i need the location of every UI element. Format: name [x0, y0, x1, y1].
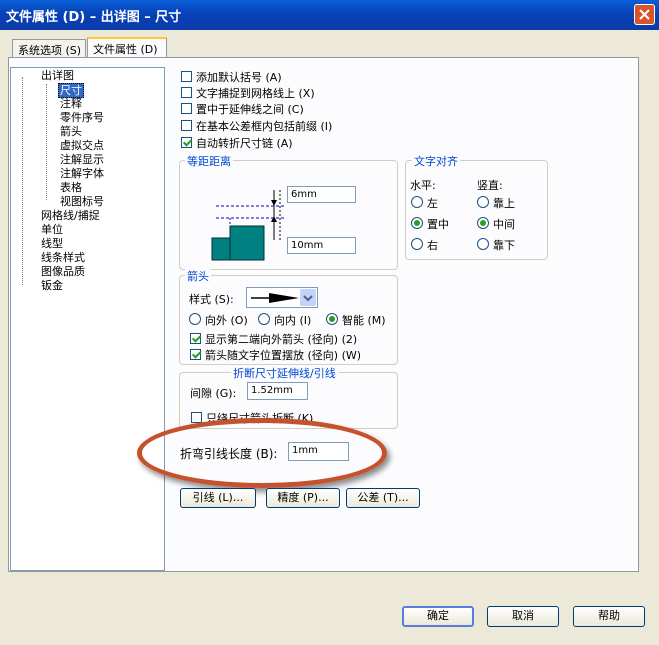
align-right-label: 右: [427, 239, 438, 252]
arrow-inside-radio[interactable]: [258, 313, 270, 325]
show-second-arrow-label: 显示第二端向外箭头 (径向) (2): [205, 333, 358, 346]
align-top-label: 靠上: [493, 197, 515, 210]
offset-diagram-icon: [211, 190, 286, 261]
tree-item-arrows[interactable]: 箭头: [60, 125, 82, 138]
align-center-radio[interactable]: [411, 217, 423, 229]
window-title: 文件属性 (D) – 出详图 – 尺寸: [6, 10, 182, 25]
dropdown-button[interactable]: [300, 289, 316, 306]
align-middle-radio[interactable]: [477, 217, 489, 229]
tab-system-options[interactable]: 系统选项 (S): [12, 39, 86, 57]
center-between-extension-checkbox[interactable]: [181, 103, 192, 114]
cancel-button[interactable]: 取消: [487, 606, 559, 627]
precision-button[interactable]: 精度 (P)...: [266, 488, 340, 508]
break-lines-title: 折断尺寸延伸线/引线: [231, 365, 338, 381]
center-between-extension-label: 置中于延伸线之间 (C): [196, 103, 304, 116]
arrow-smart-label: 智能 (M): [342, 314, 386, 327]
align-bottom-label: 靠下: [493, 239, 515, 252]
tree-item-virtual-sharps[interactable]: 虚拟交点: [60, 139, 104, 152]
tree-item-tables[interactable]: 表格: [60, 181, 82, 194]
bend-length-label: 折弯引线长度 (B):: [180, 447, 278, 461]
align-bottom-radio[interactable]: [477, 238, 489, 250]
include-prefix-checkbox[interactable]: [181, 120, 192, 131]
arrow-outside-radio[interactable]: [189, 313, 201, 325]
align-left-radio[interactable]: [411, 196, 423, 208]
align-center-label: 置中: [427, 218, 449, 231]
offset-top-input[interactable]: 6mm: [287, 186, 356, 203]
text-alignment-title: 文字对齐: [412, 153, 460, 169]
arrow-style-icon: [251, 293, 299, 303]
break-around-arrows-checkbox[interactable]: [191, 412, 202, 423]
tree-item-annotation-font[interactable]: 注解字体: [60, 167, 104, 180]
offset-bottom-input[interactable]: 10mm: [287, 237, 356, 254]
vertical-label: 竖直:: [477, 179, 503, 192]
arrow-style-label: 样式 (S):: [189, 293, 234, 306]
snap-text-to-grid-label: 文字捕捉到网格线上 (X): [196, 87, 315, 100]
arrow-inside-label: 向内 (I): [274, 314, 312, 327]
align-right-radio[interactable]: [411, 238, 423, 250]
tree-item-detailing[interactable]: 出详图: [41, 69, 74, 82]
tab-document-properties[interactable]: 文件属性 (D): [87, 37, 167, 58]
tree-item-balloons[interactable]: 零件序号: [60, 111, 104, 124]
add-default-parentheses-label: 添加默认括号 (A): [196, 71, 282, 84]
show-second-arrow-checkbox[interactable]: [190, 333, 201, 344]
align-middle-label: 中间: [493, 218, 515, 231]
align-top-radio[interactable]: [477, 196, 489, 208]
tree-item-sheet-metal[interactable]: 钣金: [41, 279, 63, 292]
close-button[interactable]: [634, 4, 655, 25]
ok-button[interactable]: 确定: [402, 606, 474, 627]
bend-length-input[interactable]: 1mm: [288, 442, 349, 461]
tree-item-dimensions[interactable]: 尺寸: [58, 83, 84, 98]
snap-text-to-grid-checkbox[interactable]: [181, 87, 192, 98]
auto-jog-checkbox[interactable]: [181, 137, 192, 148]
tree-item-line-style[interactable]: 线条样式: [41, 251, 85, 264]
leaders-button[interactable]: 引线 (L)...: [180, 488, 256, 508]
close-icon: [639, 9, 650, 20]
arrow-follow-text-checkbox[interactable]: [190, 349, 201, 360]
auto-jog-label: 自动转折尺寸链 (A): [196, 137, 293, 150]
tree-item-grid-snap[interactable]: 网格线/捕捉: [41, 209, 100, 222]
gap-label: 间隙 (G):: [190, 387, 237, 400]
tree-item-line-font[interactable]: 线型: [41, 237, 63, 250]
tree-item-view-labels[interactable]: 视图标号: [60, 195, 104, 208]
offset-distances-title: 等距距离: [185, 153, 233, 169]
horizontal-label: 水平:: [410, 179, 436, 192]
arrow-smart-radio[interactable]: [326, 313, 338, 325]
tree-item-annotation-display[interactable]: 注解显示: [60, 153, 104, 166]
arrow-follow-text-label: 箭头随文字位置摆放 (径向) (W): [205, 349, 362, 362]
gap-input[interactable]: 1.52mm: [247, 382, 308, 400]
align-left-label: 左: [427, 197, 438, 210]
tree-item-notes[interactable]: 注释: [60, 97, 82, 110]
tolerance-button[interactable]: 公差 (T)...: [346, 488, 420, 508]
help-button[interactable]: 帮助: [573, 606, 645, 627]
tree-item-units[interactable]: 单位: [41, 223, 63, 236]
include-prefix-label: 在基本公差框内包括前缀 (I): [196, 120, 333, 133]
chevron-down-icon: [303, 295, 313, 302]
arrows-title: 箭头: [185, 268, 211, 284]
add-default-parentheses-checkbox[interactable]: [181, 71, 192, 82]
arrow-style-select[interactable]: [246, 287, 318, 308]
arrow-outside-label: 向外 (O): [205, 314, 248, 327]
tree-item-image-quality[interactable]: 图像品质: [41, 265, 85, 278]
